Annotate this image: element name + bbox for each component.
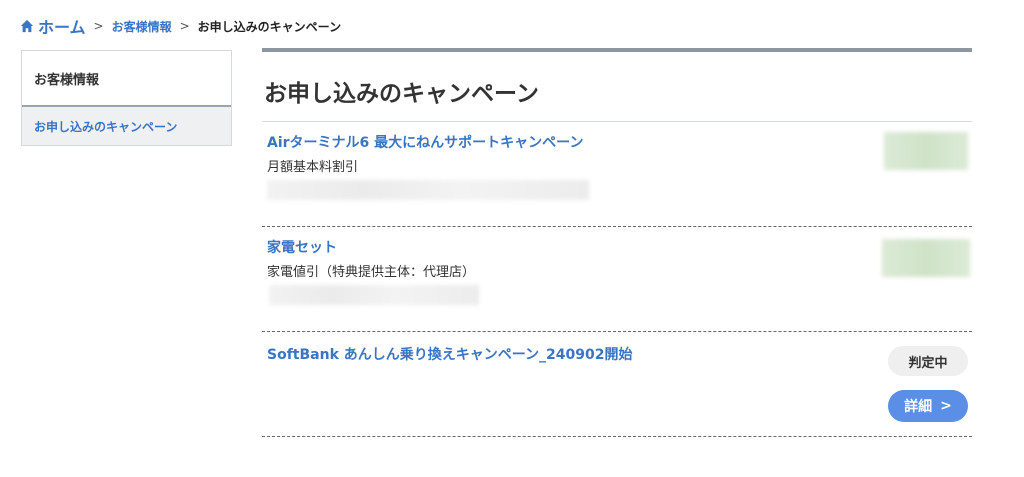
sidebar-title: お客様情報 [22,51,231,107]
redacted-info [269,285,479,305]
campaign-description: 家電値引（特典提供主体：代理店） [267,265,476,280]
campaign-title-link[interactable]: SoftBank あんしん乗り換えキャンペーン_240902開始 [267,344,972,364]
sidebar: お客様情報 お申し込みのキャンペーン [21,50,232,146]
sidebar-item-campaigns[interactable]: お申し込みのキャンペーン [22,107,231,145]
campaign-item: SoftBank あんしん乗り換えキャンペーン_240902開始 判定中 詳細 … [262,332,972,437]
breadcrumb-customer-info-link[interactable]: お客様情報 [112,18,172,35]
breadcrumb: ホーム > お客様情報 > お申し込みのキャンペーン [20,14,341,38]
breadcrumb-current: お申し込みのキャンペーン [197,19,342,34]
page-title: お申し込みのキャンペーン [262,52,972,122]
breadcrumb-separator: > [93,19,104,33]
campaign-title-link[interactable]: 家電セット [267,237,972,257]
campaign-item: Airターミナル6 最大にねんサポートキャンペーン 月額基本料割引 [262,122,972,227]
details-button[interactable]: 詳細 > [888,390,968,422]
redacted-badge [884,132,968,170]
details-button-label: 詳細 [904,399,933,415]
campaign-item: 家電セット 家電値引（特典提供主体：代理店） [262,227,972,332]
home-icon [20,19,34,33]
chevron-right-icon: > [940,398,952,414]
redacted-info [267,180,589,200]
campaign-title-link[interactable]: Airターミナル6 最大にねんサポートキャンペーン [267,132,972,152]
main-content: お申し込みのキャンペーン Airターミナル6 最大にねんサポートキャンペーン 月… [262,48,972,437]
redacted-badge [882,239,970,277]
breadcrumb-home-link[interactable]: ホーム [20,14,86,38]
breadcrumb-separator: > [179,19,190,33]
campaign-description: 月額基本料割引 [267,160,359,175]
breadcrumb-home-label: ホーム [38,18,86,37]
status-badge: 判定中 [888,346,968,376]
